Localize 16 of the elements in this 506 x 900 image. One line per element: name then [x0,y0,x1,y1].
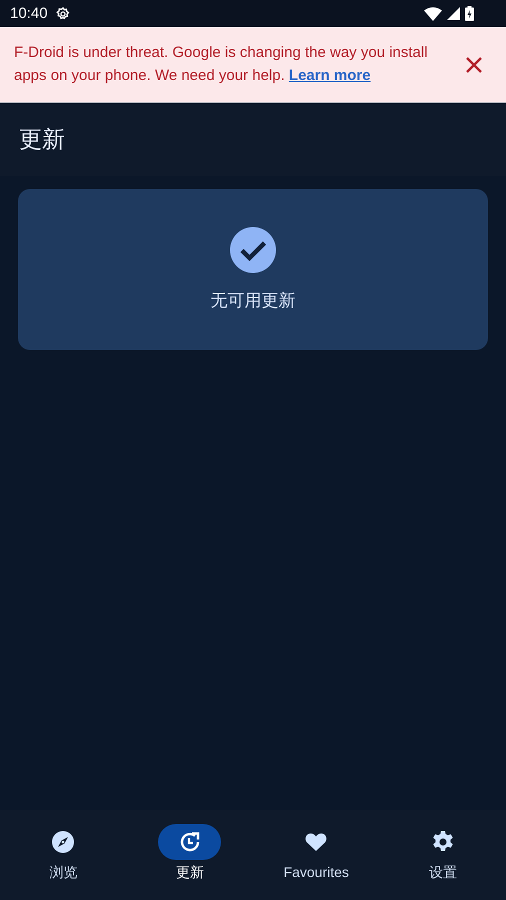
warning-message: F-Droid is under threat. Google is changing the way you install apps on your phone. We need your help. Learn more [14,43,429,86]
nav-tab[interactable]: 浏览 [0,810,126,900]
check-icon [230,227,276,273]
learn-more-link[interactable]: Learn more [288,66,371,84]
compass-icon [51,830,76,854]
settings-icon [54,6,71,22]
wifi-icon [424,6,442,20]
clock: 10:40 [10,5,48,22]
nav-tab[interactable]: 更新 [126,810,253,900]
battery-icon [465,6,474,21]
empty-message: 无可用更新 [210,290,296,312]
nav-tab[interactable]: Favourites [253,810,380,900]
page-title: 更新 [19,125,65,154]
signal-icon [447,7,460,20]
nav-tab[interactable]: 设置 [380,810,506,900]
settings-icon [430,830,455,854]
